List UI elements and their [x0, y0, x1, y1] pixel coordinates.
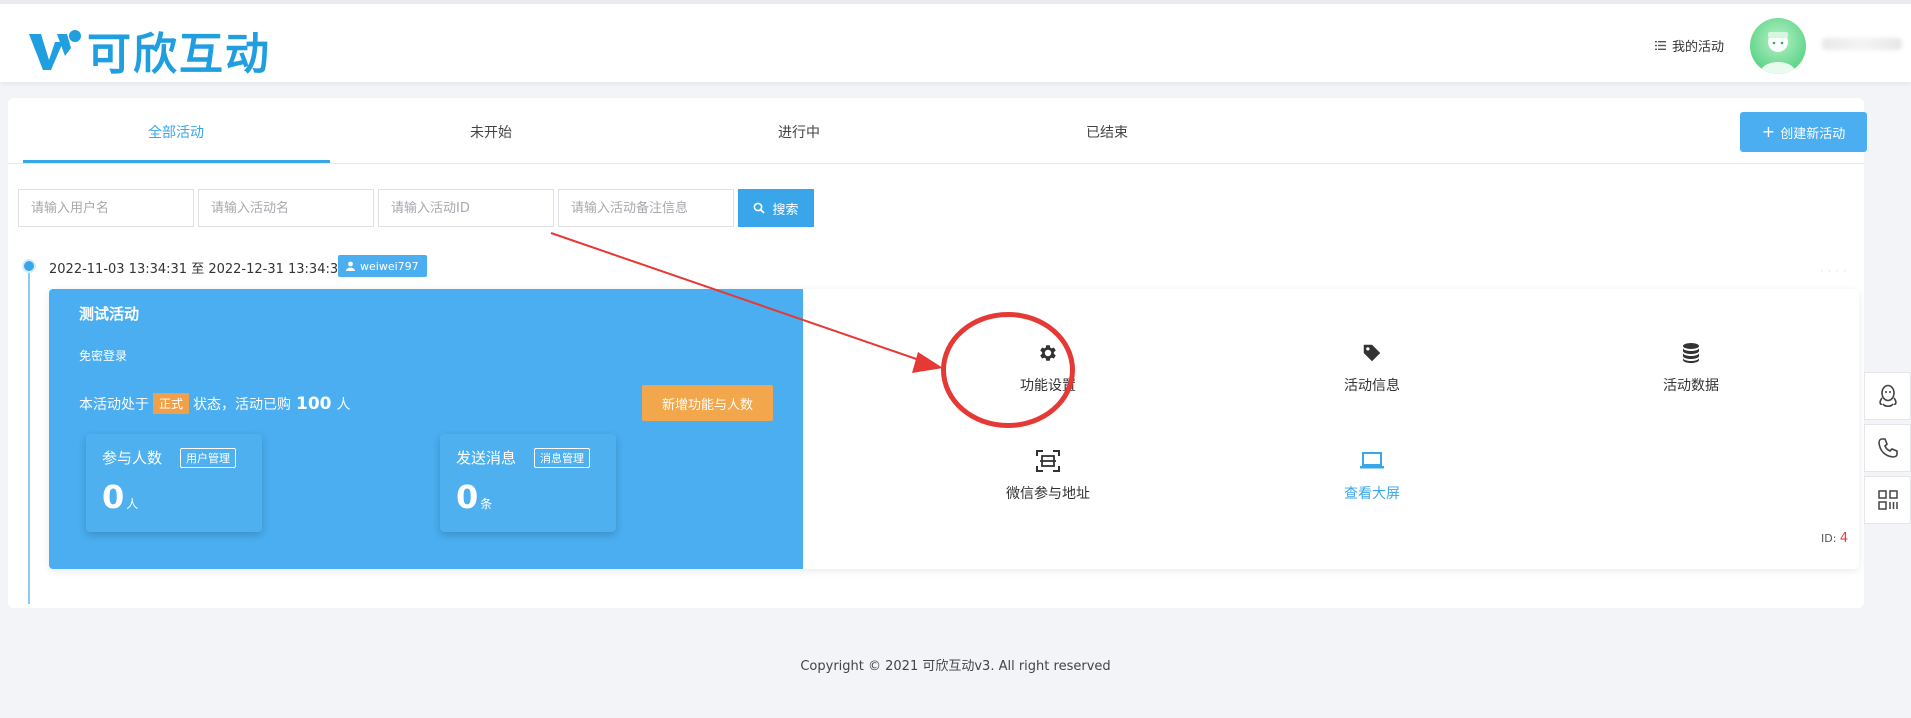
wechat-url-button[interactable]: 微信参与地址 — [978, 447, 1118, 503]
messages-value: 0条 — [456, 478, 493, 516]
status-unit: 人 — [336, 396, 351, 413]
top-header: 可欣互动 我的活动 — [0, 0, 1911, 82]
faint-delete-hint: · · · · — [1820, 264, 1847, 278]
activity-card: 测试活动 免密登录 本活动处于 正式 状态，活动已购 100 人 新增功能与人数… — [49, 289, 1859, 569]
create-activity-button[interactable]: + 创建新活动 — [1740, 112, 1867, 152]
activity-panel: 全部活动 未开始 进行中 已结束 + 创建新活动 搜索 2022-11-03 1… — [8, 98, 1867, 608]
purchased-count: 100 — [296, 393, 332, 414]
user-manage-button[interactable]: 用户管理 — [180, 448, 236, 468]
add-function-button[interactable]: 新增功能与人数 — [642, 385, 773, 421]
activity-info-label: 活动信息 — [1344, 378, 1400, 394]
wechat-url-label: 微信参与地址 — [1006, 486, 1090, 502]
activity-date-range: 2022-11-03 13:34:31 至 2022-12-31 13:34:3… — [49, 262, 347, 277]
qrcode-icon — [1877, 490, 1898, 510]
tab-ended[interactable]: 已结束 — [954, 122, 1260, 142]
tab-in-progress[interactable]: 进行中 — [646, 122, 952, 142]
activity-status-line: 本活动处于 正式 状态，活动已购 100 人 — [79, 393, 351, 414]
timeline-dot — [22, 259, 36, 273]
my-activities-link[interactable]: 我的活动 — [1655, 36, 1724, 55]
messages-stat: 发送消息 消息管理 0条 — [440, 434, 616, 532]
activity-card-summary: 测试活动 免密登录 本活动处于 正式 状态，活动已购 100 人 新增功能与人数… — [49, 289, 803, 569]
activity-title: 测试活动 — [79, 305, 140, 323]
scan-icon — [1036, 450, 1060, 472]
messages-label: 发送消息 — [456, 449, 517, 467]
view-big-screen-label: 查看大屏 — [1344, 486, 1400, 502]
qrcode-button[interactable] — [1864, 476, 1911, 524]
footer-copyright: Copyright © 2021 可欣互动v3. All right reser… — [800, 659, 1111, 674]
avatar-icon[interactable] — [1750, 18, 1806, 74]
tab-not-started[interactable]: 未开始 — [338, 122, 644, 142]
database-icon — [1683, 343, 1699, 363]
view-big-screen-button[interactable]: 查看大屏 — [1302, 447, 1442, 503]
search-button[interactable]: 搜索 — [738, 189, 814, 227]
status-tabs: 全部活动 未开始 进行中 已结束 + 创建新活动 — [8, 98, 1867, 164]
activity-info-button[interactable]: 活动信息 — [1302, 339, 1442, 395]
plus-icon: + — [1761, 122, 1776, 141]
activity-name-input[interactable] — [198, 189, 374, 227]
qq-icon — [1878, 384, 1897, 408]
activity-data-label: 活动数据 — [1663, 378, 1719, 394]
my-activities-label: 我的活动 — [1672, 40, 1725, 55]
participants-value: 0人 — [102, 478, 139, 516]
filter-bar: 搜索 — [18, 189, 814, 227]
participants-label: 参与人数 — [102, 449, 163, 467]
activity-id-input[interactable] — [378, 189, 554, 227]
status-prefix: 本活动处于 — [79, 396, 149, 413]
status-badge: 正式 — [153, 393, 190, 414]
username-blurred — [1822, 38, 1902, 50]
annotation-circle — [941, 312, 1075, 428]
username-input[interactable] — [18, 189, 194, 227]
tab-all[interactable]: 全部活动 — [23, 122, 329, 142]
status-middle: 状态，活动已购 — [193, 396, 292, 413]
user-icon — [346, 261, 355, 271]
phone-button[interactable] — [1864, 424, 1911, 472]
laptop-icon — [1360, 452, 1384, 469]
tag-icon — [1363, 344, 1381, 362]
timeline-line — [28, 268, 30, 604]
activity-data-button[interactable]: 活动数据 — [1621, 339, 1761, 395]
floating-toolbar — [1864, 372, 1911, 528]
list-icon — [1655, 41, 1666, 50]
create-activity-label: 创建新活动 — [1780, 126, 1846, 142]
activity-user-name: weiwei797 — [360, 259, 419, 273]
participants-stat: 参与人数 用户管理 0人 — [86, 434, 262, 532]
activity-id: ID: 4 — [1821, 531, 1849, 546]
brand-logo[interactable]: 可欣互动 — [27, 18, 271, 82]
activity-user-tag: weiwei797 — [338, 255, 427, 277]
phone-icon — [1877, 438, 1898, 458]
active-tab-indicator — [23, 160, 330, 163]
brand-name: 可欣互动 — [87, 29, 271, 80]
activity-note-input[interactable] — [558, 189, 734, 227]
search-label: 搜索 — [772, 201, 799, 217]
brand-logo-icon — [29, 30, 81, 70]
search-icon — [754, 202, 766, 214]
qq-button[interactable] — [1864, 372, 1911, 420]
activity-login-mode: 免密登录 — [79, 349, 128, 363]
message-manage-button[interactable]: 消息管理 — [534, 448, 590, 468]
